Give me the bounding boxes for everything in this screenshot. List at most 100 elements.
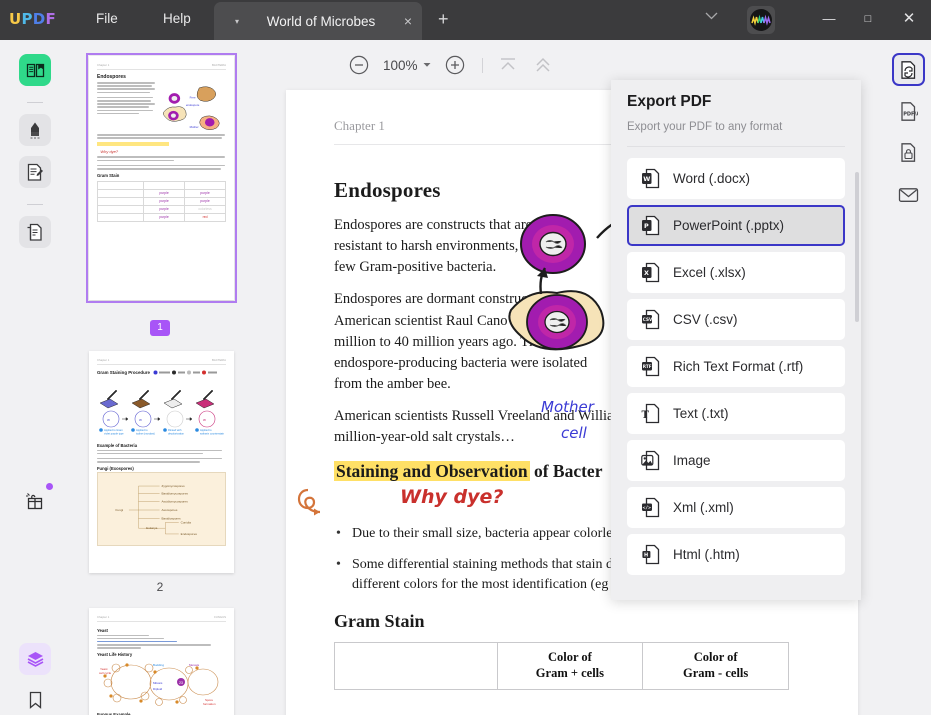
word-file-icon: W <box>641 168 660 189</box>
svg-text:Rinsed with: Rinsed with <box>168 428 182 432</box>
export-powerpoint-button[interactable]: P PowerPoint (.pptx) <box>627 205 845 246</box>
thumb-page3-content: Chapter 1 FUNGUS Yeast Yeast Life Histor… <box>89 608 234 715</box>
document-tab[interactable]: ▾ World of Microbes × <box>214 2 422 40</box>
svg-text:23: 23 <box>179 681 183 685</box>
svg-text:cell cycle: cell cycle <box>99 671 112 675</box>
zoom-in-button[interactable] <box>445 55 466 76</box>
thumbnail-panel[interactable]: Chapter 1 BACTERIA Endospores <box>70 40 270 715</box>
svg-text:safranin counterstain: safranin counterstain <box>200 432 225 436</box>
thumb1-header-right: BACTERIA <box>212 63 226 67</box>
table-row: Color ofGram + cells Color ofGram - cell… <box>335 643 789 689</box>
export-excel-button[interactable]: X Excel (.xlsx) <box>627 252 845 293</box>
html-file-icon: H <box>641 544 660 565</box>
image-file-icon <box>641 450 660 471</box>
toolbar-divider <box>482 58 483 73</box>
tab-dropdown-icon[interactable]: ▾ <box>226 17 248 26</box>
left-toolbar <box>0 40 70 715</box>
export-panel-title: Export PDF <box>627 93 711 111</box>
svg-text:Ascospores: Ascospores <box>162 508 178 512</box>
export-html-button[interactable]: H Html (.htm) <box>627 534 845 575</box>
svg-text:Basidiospores: Basidiospores <box>162 517 182 521</box>
rtf-file-icon: RTF <box>641 356 660 377</box>
export-panel-subtitle: Export your PDF to any format <box>627 121 782 133</box>
sidebar-item-bookmark[interactable] <box>19 684 51 715</box>
maximize-button[interactable]: □ <box>858 10 878 28</box>
svg-text:T: T <box>642 410 650 421</box>
app-body: Chapter 1 BACTERIA Endospores <box>0 40 931 715</box>
export-image-label: Image <box>673 453 711 468</box>
avatar[interactable] <box>747 6 775 34</box>
chevron-down-icon[interactable] <box>423 61 431 70</box>
export-html-label: Html (.htm) <box>673 547 740 562</box>
svg-text:iodine (mordant): iodine (mordant) <box>136 432 155 436</box>
logo-letter-u: U <box>9 10 21 28</box>
thumbnail-page-3[interactable]: Chapter 1 FUNGUS Yeast Yeast Life Histor… <box>89 608 234 715</box>
svg-text:Free: Free <box>190 95 196 99</box>
svg-text:endospore: endospore <box>186 103 200 107</box>
export-panel-divider <box>627 146 845 147</box>
thumbnail-badge-1: 1 <box>150 320 170 336</box>
sidebar-item-layers[interactable] <box>19 643 51 675</box>
sidebar-item-organize[interactable] <box>19 216 51 248</box>
thumb2-header-left: Chapter 1 <box>97 358 109 362</box>
thumbnail-page-2[interactable]: Chapter 1 BACTERIA Gram Staining Procedu… <box>89 351 234 573</box>
notification-dot <box>46 483 53 490</box>
svg-text:w: w <box>107 417 110 422</box>
thumb-page1-content: Chapter 1 BACTERIA Endospores <box>89 56 234 300</box>
thumb2-sub-b: Fungi (Exospores) <box>97 466 226 471</box>
sidebar-item-gift[interactable] <box>19 485 51 517</box>
thumbnail-page-1[interactable]: Chapter 1 BACTERIA Endospores <box>89 56 234 300</box>
excel-file-icon: X <box>641 262 660 283</box>
export-text-button[interactable]: T Text (.txt) <box>627 393 845 434</box>
svg-text:Diploid: Diploid <box>153 687 163 691</box>
export-image-button[interactable]: Image <box>627 440 845 481</box>
title-bar: UPDF File Help ▾ World of Microbes × + —… <box>0 0 931 40</box>
new-tab-button[interactable]: + <box>438 10 449 28</box>
svg-text:w: w <box>139 417 142 422</box>
svg-text:formation: formation <box>203 702 216 706</box>
previous-page-icon[interactable] <box>533 55 554 76</box>
close-window-button[interactable]: ✕ <box>899 10 919 28</box>
updf-logo: UPDF <box>9 10 56 28</box>
svg-text:decolorization: decolorization <box>168 432 185 436</box>
illustration-label-cell: cell <box>561 424 588 442</box>
rail-divider-2 <box>27 204 43 205</box>
right-item-share[interactable] <box>892 178 925 211</box>
svg-text:</>: </> <box>643 505 652 511</box>
thumb1-title: Endospores <box>97 74 226 80</box>
close-icon[interactable]: × <box>394 13 422 29</box>
logo-letter-p: P <box>21 10 32 28</box>
export-panel-scrollbar[interactable] <box>855 172 859 322</box>
thumb1-table: purplepurple purplepurple purplecolorles… <box>97 181 226 222</box>
thumb1-header-left: Chapter 1 <box>97 63 109 67</box>
sidebar-item-comment[interactable] <box>19 114 51 146</box>
export-panel: Export PDF Export your PDF to any format… <box>611 80 861 600</box>
right-item-protect[interactable] <box>892 136 925 169</box>
svg-text:PDF/A: PDF/A <box>903 112 918 118</box>
right-toolbar: PDF/A <box>886 40 931 715</box>
svg-text:H: H <box>644 553 648 559</box>
export-csv-button[interactable]: CSV CSV (.csv) <box>627 299 845 340</box>
export-word-button[interactable]: W Word (.docx) <box>627 158 845 199</box>
menu-file[interactable]: File <box>88 9 126 28</box>
illustration-label-mother: Mother <box>541 398 595 416</box>
right-item-pdfa[interactable]: PDF/A <box>892 95 925 128</box>
zoom-level[interactable]: 100% <box>383 58 418 73</box>
chevron-down-icon[interactable] <box>705 11 718 23</box>
right-item-convert[interactable] <box>892 53 925 86</box>
sidebar-item-edit[interactable] <box>19 156 51 188</box>
menu-help[interactable]: Help <box>155 9 199 28</box>
logo-letter-d: D <box>33 10 46 28</box>
export-text-label: Text (.txt) <box>673 406 729 421</box>
export-rtf-button[interactable]: RTF Rich Text Format (.rtf) <box>627 346 845 387</box>
svg-text:RTF: RTF <box>643 364 652 369</box>
minimize-button[interactable]: — <box>819 10 839 28</box>
svg-text:w: w <box>203 417 206 422</box>
export-xml-button[interactable]: </> Xml (.xml) <box>627 487 845 528</box>
zoom-out-button[interactable] <box>348 55 369 76</box>
sidebar-item-reader[interactable] <box>19 54 51 86</box>
csv-file-icon: CSV <box>641 309 660 330</box>
first-page-icon[interactable] <box>498 55 519 76</box>
thumb3-header: Chapter 1 FUNGUS <box>97 615 226 622</box>
thumb1-note: Why dye? <box>100 149 118 154</box>
